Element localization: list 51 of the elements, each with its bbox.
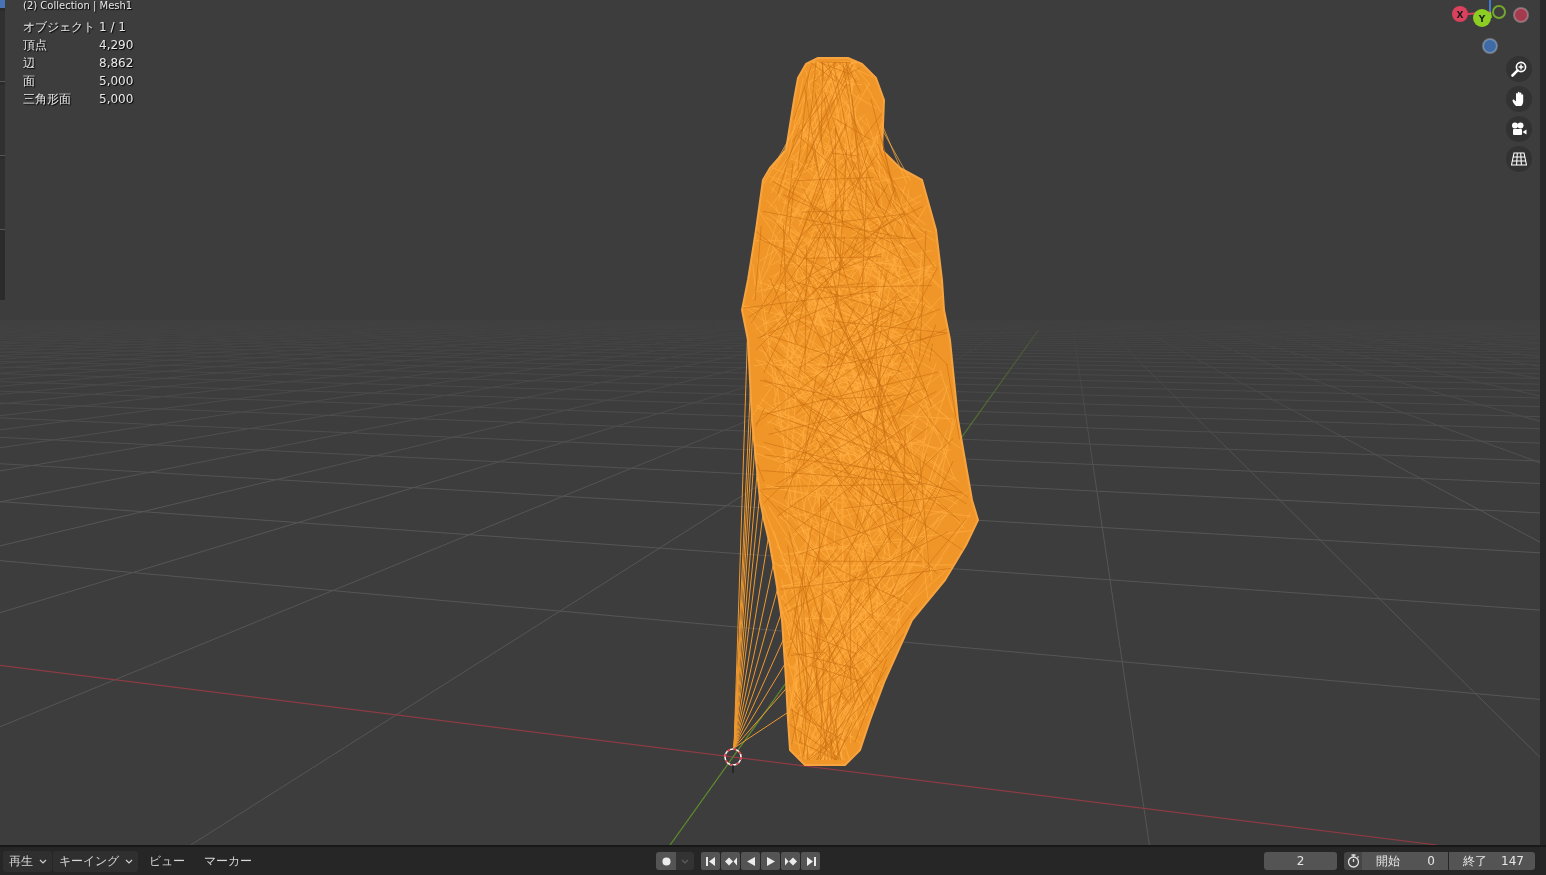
frame-range-field[interactable]: 終了 147 [1449,852,1535,870]
chevron-down-icon [681,858,689,864]
record-button[interactable] [656,852,676,870]
menu-item[interactable]: ビュー [141,850,193,872]
current-frame-field[interactable]: 2 [1264,852,1337,870]
menu-dropdown[interactable]: キーイング [53,850,138,872]
record-dot-icon [661,856,671,866]
movie-camera-icon [1511,121,1527,137]
camera-view-button[interactable] [1506,116,1532,142]
zoom-button[interactable] [1506,56,1532,82]
stat-label: 頂点 [23,37,48,54]
chevron-down-icon [125,858,133,864]
object-info-text: (2) Collection | Mesh1 [23,0,134,12]
frame-range-field[interactable]: 開始 0 [1362,852,1448,870]
axis-button[interactable]: Y [1473,9,1491,27]
menu-dropdown[interactable]: 再生 [3,850,52,872]
jump-end-button[interactable] [801,852,820,870]
grid-icon [1511,152,1527,166]
stat-value: 5,000 [99,91,134,108]
stat-value: 5,000 [99,73,134,90]
stat-label: 三角形面 [23,91,72,108]
jump-start-button[interactable] [701,852,720,870]
stat-value: 8,862 [99,55,134,72]
stat-value: 1 / 1 [99,19,127,36]
chevron-down-icon [39,858,47,864]
diamond-arrow-right-icon [784,855,797,867]
stat-value: 4,290 [99,37,134,54]
stat-label: オブジェクト [23,19,96,36]
next-keyframe-button[interactable] [781,852,800,870]
stat-label: 面 [23,73,36,90]
diamond-arrow-left-icon [724,855,737,867]
toolbar-strip[interactable] [0,0,5,300]
play-button[interactable] [761,852,780,870]
axis-ring-icon[interactable] [1492,5,1506,19]
cursor-crosshair-icon[interactable] [724,748,742,774]
skip-start-icon [704,855,717,867]
play-reverse-button[interactable] [741,852,760,870]
stopwatch-button[interactable] [1344,852,1362,870]
pan-button[interactable] [1506,86,1532,112]
axis-button[interactable]: X [1452,6,1468,22]
triangle-left-icon [744,855,757,867]
play-icon [764,855,777,867]
stopwatch-icon [1346,854,1360,868]
axis-dot-icon[interactable] [1513,7,1529,23]
menu-item[interactable]: マーカー [196,850,260,872]
previous-keyframe-button[interactable] [721,852,740,870]
zoom-in-icon [1511,61,1527,77]
perspective-toggle-button[interactable] [1506,146,1532,172]
axis-dot-icon[interactable] [1482,38,1498,54]
skip-end-icon [804,855,817,867]
stat-label: 辺 [23,55,36,72]
